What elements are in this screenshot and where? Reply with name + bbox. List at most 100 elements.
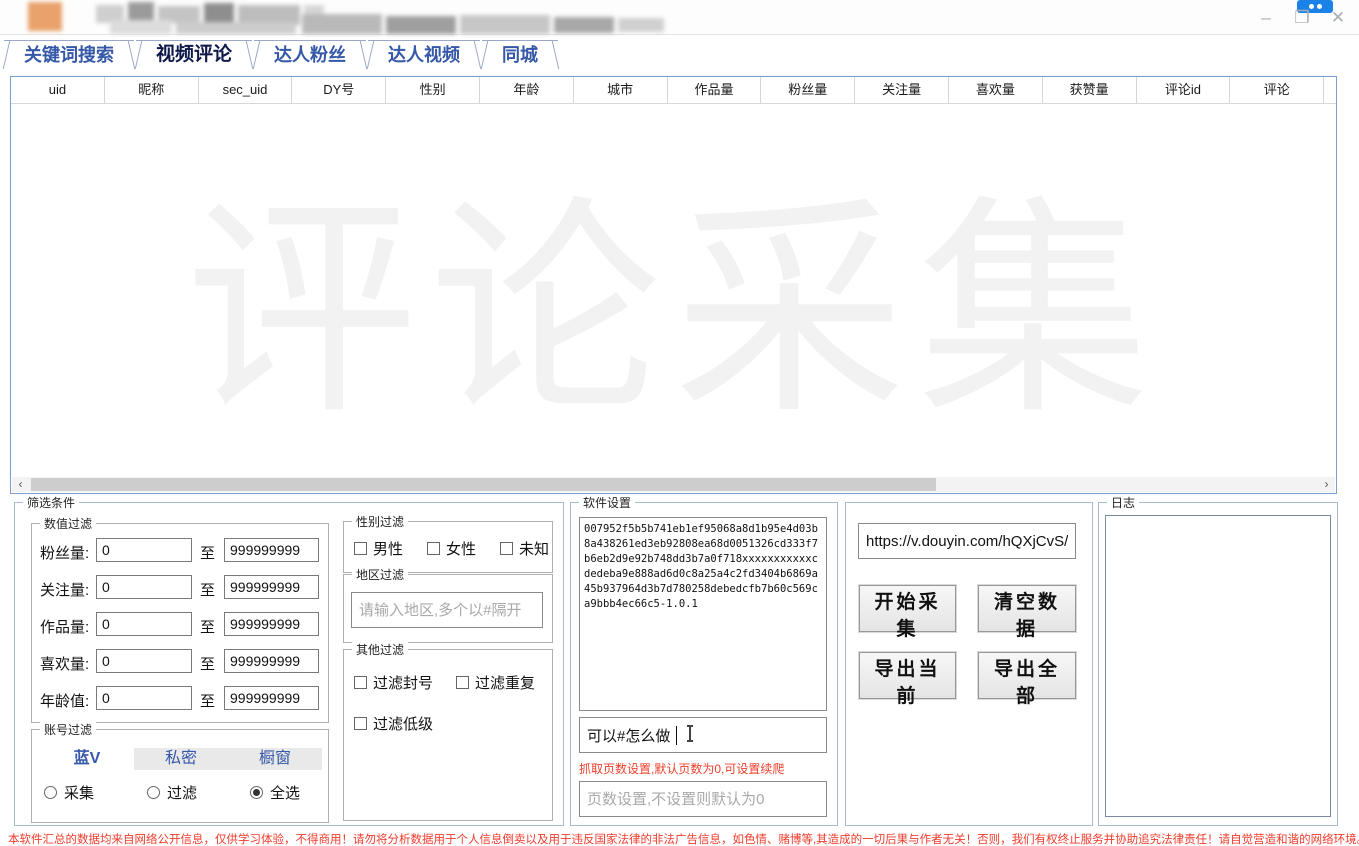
other-filter-title: 其他过滤 <box>352 641 408 658</box>
page-count-hint: 抓取页数设置,默认页数为0,可设置续爬 <box>579 760 784 777</box>
column-header: 关注量 <box>855 77 949 103</box>
column-header: uid <box>11 77 105 103</box>
log-title: 日志 <box>1107 494 1139 511</box>
page-count-input[interactable] <box>579 781 827 817</box>
license-key-textarea[interactable]: 007952f5b5b741eb1ef95068a8d1b95e4d03b8a4… <box>579 517 827 711</box>
radio-1[interactable]: 过滤 <box>147 782 197 803</box>
radio-2[interactable]: 全选 <box>250 782 300 803</box>
scrollbar-thumb[interactable] <box>31 478 936 491</box>
column-header: 昵称 <box>105 77 199 103</box>
action-buttons: 开始采集清空数据导出当前导出全部 <box>859 585 1076 699</box>
min-value-input[interactable] <box>96 612 192 636</box>
numeric-filter-row: 年龄值: 至 <box>32 686 328 714</box>
other-checkbox-0[interactable]: 过滤封号 <box>354 672 456 693</box>
checkbox-icon <box>354 676 367 689</box>
radio-circle-icon <box>250 786 263 799</box>
column-header: 评论id <box>1137 77 1231 103</box>
column-header: 粉丝量 <box>761 77 855 103</box>
scroll-right-icon[interactable]: › <box>1318 477 1335 492</box>
video-url-input[interactable] <box>858 523 1076 559</box>
minimize-icon[interactable]: – <box>1255 6 1277 30</box>
gender-checkbox-0[interactable]: 男性 <box>354 538 403 559</box>
gender-checkbox-2[interactable]: 未知 <box>500 538 549 559</box>
action-button-1[interactable]: 清空数据 <box>978 585 1076 632</box>
other-checkbox-1[interactable]: 过滤重复 <box>456 672 546 693</box>
segment-0[interactable]: 蓝V <box>40 748 134 770</box>
checkbox-icon <box>354 717 367 730</box>
checkbox-label: 过滤重复 <box>475 672 535 693</box>
column-header: DY号 <box>292 77 386 103</box>
min-value-input[interactable] <box>96 686 192 710</box>
window-controls: – ❐ ✕ <box>1255 6 1349 30</box>
checkbox-label: 过滤低级 <box>373 713 433 734</box>
action-button-2[interactable]: 导出当前 <box>859 652 956 699</box>
to-label: 至 <box>200 653 215 674</box>
radio-0[interactable]: 采集 <box>44 782 94 803</box>
column-header: 城市 <box>574 77 668 103</box>
action-button-3[interactable]: 导出全部 <box>978 652 1076 699</box>
filter-conditions-group: 筛选条件 数值过滤 粉丝量:至关注量:至作品量:至喜欢量:至年龄值:至 账号过滤… <box>14 502 564 826</box>
restore-icon[interactable]: ❐ <box>1291 6 1313 30</box>
scroll-left-icon[interactable]: ‹ <box>12 477 29 492</box>
numeric-filter-row: 关注量:至 <box>32 575 328 603</box>
checkbox-label: 过滤封号 <box>373 672 433 693</box>
text-caret <box>676 726 677 745</box>
numeric-filter-label: 年龄值: <box>40 690 89 711</box>
column-header: 性别 <box>386 77 480 103</box>
max-value-input[interactable] <box>224 575 319 599</box>
min-value-input[interactable] <box>96 649 192 673</box>
keyword-input[interactable] <box>579 717 827 753</box>
scrollbar-track[interactable] <box>29 477 1318 492</box>
numeric-filter-label: 关注量: <box>40 579 89 600</box>
to-label: 至 <box>200 616 215 637</box>
close-icon[interactable]: ✕ <box>1327 6 1349 30</box>
checkbox-icon <box>500 542 513 555</box>
radio-label: 全选 <box>270 782 300 803</box>
tab-2[interactable]: 达人粉丝 <box>254 40 366 69</box>
segment-1[interactable]: 私密 <box>134 748 228 770</box>
tab-bar: 关键词搜索视频评论达人粉丝达人视频同城 <box>4 40 560 69</box>
log-output-area <box>1105 515 1331 817</box>
column-header: sec_uid <box>199 77 293 103</box>
account-filter-group: 账号过滤 蓝V私密橱窗 采集过滤全选 <box>31 729 329 823</box>
max-value-input[interactable] <box>224 612 319 636</box>
checkbox-label: 未知 <box>519 538 549 559</box>
min-value-input[interactable] <box>96 538 192 562</box>
column-header: 年龄 <box>480 77 574 103</box>
gender-checkbox-1[interactable]: 女性 <box>427 538 476 559</box>
region-input[interactable] <box>351 592 543 628</box>
account-radio-group: 采集 过滤 全选 <box>44 782 300 803</box>
max-value-input[interactable] <box>224 538 319 562</box>
segment-2[interactable]: 橱窗 <box>228 748 322 770</box>
column-header: 喜欢量 <box>949 77 1043 103</box>
numeric-filter-row: 喜欢量:至 <box>32 649 328 677</box>
tab-1[interactable]: 视频评论 <box>136 40 252 69</box>
disclaimer-text: 本软件汇总的数据均来自网络公开信息，仅供学习体验，不得商用！请勿将分析数据用于个… <box>8 831 1356 846</box>
numeric-filter-label: 粉丝量: <box>40 542 89 563</box>
min-value-input[interactable] <box>96 575 192 599</box>
actions-panel: 开始采集清空数据导出当前导出全部 <box>845 502 1093 826</box>
column-header: 评论 <box>1230 77 1324 103</box>
to-label: 至 <box>200 690 215 711</box>
max-value-input[interactable] <box>224 649 319 673</box>
tab-0[interactable]: 关键词搜索 <box>4 40 134 69</box>
to-label: 至 <box>200 542 215 563</box>
titlebar: – ❐ ✕ <box>0 0 1359 35</box>
numeric-filter-row: 粉丝量: 至 <box>32 538 328 566</box>
checkbox-label: 男性 <box>373 538 403 559</box>
action-button-0[interactable]: 开始采集 <box>859 585 956 632</box>
max-value-input[interactable] <box>224 686 319 710</box>
numeric-filter-title: 数值过滤 <box>40 515 96 532</box>
column-header: 作品量 <box>668 77 762 103</box>
keyword-input-wrap <box>579 717 827 753</box>
tab-4[interactable]: 同城 <box>482 40 558 69</box>
gender-filter-title: 性别过滤 <box>352 513 408 530</box>
app-window: – ❐ ✕ 关键词搜索视频评论达人粉丝达人视频同城 uid昵称sec_uidDY… <box>0 0 1359 846</box>
account-filter-title: 账号过滤 <box>40 721 96 738</box>
tab-3[interactable]: 达人视频 <box>368 40 480 69</box>
column-header: 获赞量 <box>1043 77 1137 103</box>
radio-circle-icon <box>147 786 160 799</box>
region-filter-group: 地区过滤 <box>343 574 553 643</box>
checkbox-icon <box>354 542 367 555</box>
other-checkbox-2[interactable]: 过滤低级 <box>354 713 550 734</box>
